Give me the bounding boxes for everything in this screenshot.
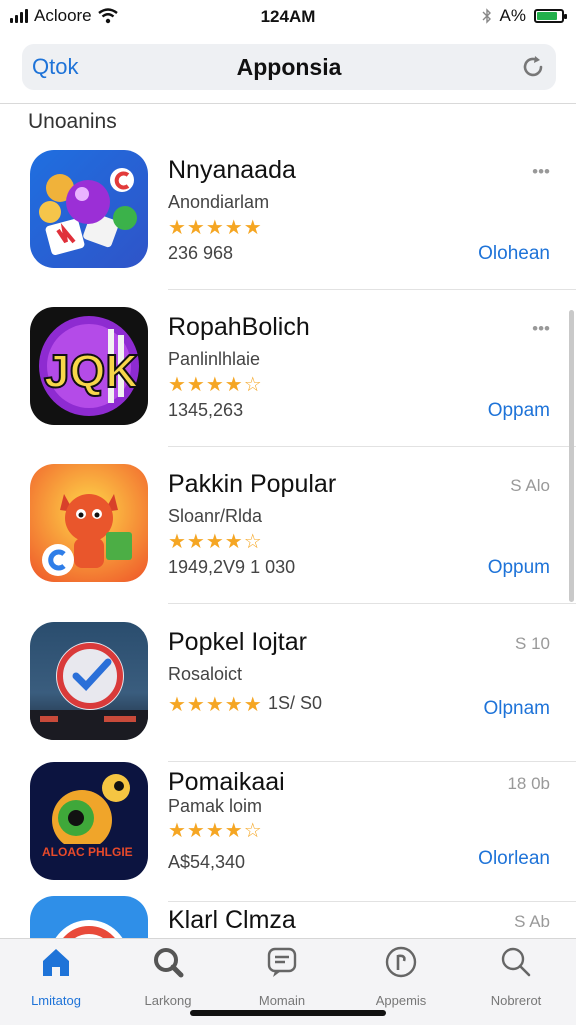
red-fox-icon [30, 464, 148, 582]
search-icon [154, 948, 184, 978]
refresh-icon[interactable] [518, 52, 548, 82]
list-item[interactable]: Pakkin Popular Sloanr/Rlda ★★★★☆ 1949,2V… [0, 454, 576, 604]
rating-count: A$54,340 [168, 852, 246, 872]
section-title: Unoanins [28, 110, 117, 133]
checkmark-circle-icon [30, 622, 148, 740]
page-title: Apponsia [236, 54, 342, 80]
app-subtitle: Anondiarlam [168, 192, 270, 212]
tab-messages[interactable]: Momain [232, 945, 332, 1008]
rating-count: 1949,2V9 1 030 [168, 557, 296, 577]
bluetooth-icon [482, 8, 491, 24]
apps-icon [385, 946, 417, 978]
scrollbar[interactable] [569, 310, 574, 602]
open-button[interactable]: Olohean [478, 243, 550, 265]
tab-label: Momain [258, 993, 306, 1008]
more-options-icon[interactable]: ••• [532, 319, 550, 339]
svg-text:JQK: JQK [44, 345, 139, 397]
divider [168, 289, 576, 290]
status-bar: Acloore 124AM A% [0, 0, 576, 34]
blue-ring-icon [30, 896, 148, 938]
battery-icon [534, 9, 567, 23]
open-button[interactable]: Oppum [488, 557, 550, 579]
app-name: Pakkin Popular [168, 470, 337, 498]
divider [168, 603, 576, 604]
star-rating: ★★★★★ [168, 217, 263, 239]
divider [0, 103, 576, 104]
open-button[interactable]: Olpnam [483, 698, 550, 720]
app-subtitle: Sloanr/Rlda [168, 506, 263, 526]
app-size: S Alo [510, 476, 550, 495]
home-indicator [190, 1010, 386, 1016]
tab-label: Lmitatog [31, 993, 81, 1008]
tab-apps[interactable]: Appemis [351, 945, 451, 1008]
list-item[interactable]: Nnyanaada Anondiarlam ★★★★★ 236 968 ••• … [0, 140, 576, 290]
star-rating: ★★★★☆ [168, 820, 263, 842]
rating-count: 236 968 [168, 243, 234, 263]
open-button[interactable]: Oppam [488, 400, 550, 422]
list-item[interactable]: ALOAC PHLGIE Pomaikaai Pamak loim ★★★★☆ … [0, 752, 576, 902]
status-right: A% [482, 6, 567, 26]
jqk-card-icon: JQK [30, 307, 148, 425]
app-size: S Ab [514, 912, 550, 931]
green-creature-icon: ALOAC PHLGIE [30, 762, 148, 880]
divider [168, 446, 576, 447]
list-item[interactable]: Klarl Clmza S Ab [0, 890, 576, 938]
app-subtitle: Rosaloict [168, 664, 243, 684]
app-subtitle: Pamak loim [168, 796, 263, 816]
app-name: Nnyanaada [168, 156, 296, 184]
app-name: Popkel Iojtar [168, 628, 307, 656]
tab-label: Nobrerot [490, 993, 542, 1008]
svg-text:ALOAC PHLGIE: ALOAC PHLGIE [42, 845, 133, 859]
tab-search[interactable]: Larkong [118, 945, 218, 1008]
open-button[interactable]: Olorlean [478, 848, 550, 870]
app-name: Pomaikaai [168, 768, 285, 796]
list-item[interactable]: JQK RopahBolich Panlinlhlaie ★★★★☆ 1345,… [0, 297, 576, 447]
battery-percent: A% [499, 6, 526, 25]
rating-count: 1345,263 [168, 400, 244, 420]
app-size: S 10 [515, 634, 550, 653]
home-icon [43, 949, 69, 976]
puzzle-candy-icon [30, 150, 148, 268]
list-item[interactable]: Popkel Iojtar Rosaloict ★★★★★ 1S/ S0 S 1… [0, 612, 576, 762]
message-icon [267, 947, 297, 977]
app-name: Klarl Clmza [168, 906, 296, 934]
star-rating: ★★★★☆ [168, 374, 263, 396]
star-rating: ★★★★☆ [168, 531, 263, 553]
more-options-icon[interactable]: ••• [532, 162, 550, 182]
tab-label: Larkong [144, 993, 192, 1008]
rating-count: 1S/ S0 [268, 693, 323, 713]
app-subtitle: Panlinlhlaie [168, 349, 261, 369]
magnifier-icon [501, 947, 531, 977]
navigation-bar: Qtok Apponsia [22, 44, 556, 90]
star-rating: ★★★★★ [168, 694, 263, 716]
tab-home[interactable]: Lmitatog [6, 945, 106, 1008]
app-name: RopahBolich [168, 313, 310, 341]
tab-label: Appemis [375, 993, 427, 1008]
tab-explore[interactable]: Nobrerot [466, 945, 566, 1008]
app-size: 18 0b [507, 774, 550, 793]
